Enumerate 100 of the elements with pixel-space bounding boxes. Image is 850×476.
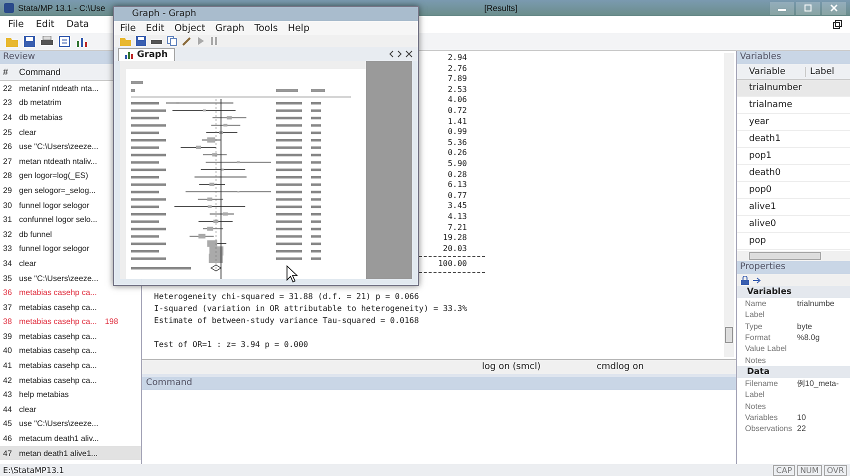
menu-item[interactable]: Edit: [146, 22, 164, 34]
restore-icon[interactable]: [833, 20, 842, 29]
history-command[interactable]: gen selogor=_selog...: [19, 186, 96, 195]
print-icon[interactable]: [41, 36, 53, 47]
minimize-icon[interactable]: [770, 2, 794, 14]
history-command[interactable]: metabias casehp ca...: [19, 288, 97, 298]
property-name: Format: [745, 333, 772, 342]
effect-marker: [202, 153, 228, 156]
result-line: I-squared (variation in OR attributable to heterogeneity) = 33.3%: [154, 302, 468, 315]
scrollbar[interactable]: [724, 53, 734, 357]
property-value: 22: [797, 424, 806, 434]
history-command[interactable]: clear: [19, 258, 36, 268]
history-command[interactable]: funnel logor selogor: [19, 244, 90, 254]
save-icon[interactable]: [24, 36, 35, 47]
history-command[interactable]: funnel logor selogor: [19, 200, 90, 210]
history-command[interactable]: clear: [19, 128, 36, 137]
weight-value: 5.36: [446, 138, 468, 148]
save-icon[interactable]: [136, 36, 146, 46]
variable-row[interactable]: trialnumber: [737, 80, 850, 97]
arrow-icon[interactable]: [753, 276, 762, 284]
effect-marker: [202, 226, 224, 231]
weight-value: 0.72: [446, 106, 468, 117]
selected-row[interactable]: 47 metan death1 alive1...: [0, 446, 141, 460]
history-command[interactable]: db metabias: [19, 112, 63, 122]
variable-row[interactable]: pop0: [737, 182, 850, 199]
history-command[interactable]: metabias casehp ca...: [19, 376, 97, 385]
row-number: 28: [2, 171, 13, 180]
property-name: Observations: [745, 424, 794, 434]
menu-item[interactable]: Edit: [36, 19, 54, 30]
key-indicator: NUM: [797, 464, 822, 476]
history-command[interactable]: metan death1 alive1...: [19, 448, 98, 458]
history-command[interactable]: metabias casehp ca...: [19, 302, 97, 312]
effect-marker: [172, 109, 236, 112]
column-heading: Command: [19, 67, 61, 77]
variable-row[interactable]: death0: [737, 165, 850, 182]
variable-row[interactable]: trialname: [737, 97, 850, 114]
section-header[interactable]: Variables: [737, 286, 850, 298]
chart-icon: [125, 50, 134, 59]
variable-row[interactable]: pop1: [737, 148, 850, 165]
property-value: trialnumbe: [797, 299, 834, 308]
log-status: cmdlog on: [596, 362, 644, 372]
history-command[interactable]: db metatrim: [19, 98, 62, 108]
row-number: 30: [2, 200, 13, 210]
close-icon[interactable]: [822, 2, 846, 14]
property-value: 10: [797, 412, 806, 422]
pooled-diamond: [210, 264, 222, 272]
history-command[interactable]: use "C:\Users\zeeze...: [19, 142, 98, 152]
history-command[interactable]: confunnel logor selo...: [19, 215, 98, 224]
row-number: 23: [2, 98, 13, 108]
row-number: 29: [2, 186, 13, 195]
tab-nav-icon[interactable]: [388, 50, 414, 58]
row-number: 47: [2, 448, 13, 458]
effect-marker: [209, 212, 234, 216]
effect-marker: [205, 161, 272, 164]
variable-row[interactable]: alive1: [737, 199, 850, 216]
column-heading: #: [2, 67, 10, 77]
row-number: 41: [2, 361, 13, 370]
graph-tab[interactable]: Graph: [118, 48, 175, 61]
menu-item[interactable]: File: [8, 19, 24, 30]
property-name: Notes: [745, 402, 767, 411]
menu-item[interactable]: Object: [174, 22, 206, 34]
copy-icon[interactable]: [167, 36, 177, 46]
weight-value: 0.99: [446, 127, 468, 138]
variable-row[interactable]: alive0: [737, 216, 850, 233]
lock-icon[interactable]: [741, 276, 749, 284]
section-header[interactable]: Data: [737, 366, 850, 378]
history-command[interactable]: metaninf ntdeath nta...: [19, 84, 99, 93]
history-command[interactable]: use "C:\Users\zeeze...: [19, 419, 98, 428]
history-command[interactable]: gen logor=log(_ES): [19, 171, 88, 180]
menu-item[interactable]: Help: [288, 22, 310, 34]
history-command[interactable]: metabias casehp ca...: [19, 332, 97, 341]
log-icon[interactable]: [59, 36, 70, 47]
property-name: Label: [745, 390, 766, 400]
chart-icon[interactable]: [76, 36, 88, 47]
result-line: Estimate of between-study variance Tau-squared = 0.0168: [154, 314, 420, 327]
variable-row[interactable]: death1: [737, 131, 850, 148]
property-name: Label: [745, 310, 766, 320]
menu-item[interactable]: File: [120, 22, 136, 34]
menu-item[interactable]: Tools: [254, 22, 278, 34]
variable-row[interactable]: pop: [737, 233, 850, 250]
menu-item[interactable]: Graph: [215, 22, 244, 34]
history-command[interactable]: db funnel: [19, 230, 52, 239]
history-command[interactable]: metabias casehp ca...: [19, 346, 97, 356]
weight-value: 0.77: [446, 190, 468, 202]
scrollbar[interactable]: [737, 251, 850, 261]
history-command[interactable]: metan ntdeath ntaliv...: [19, 156, 98, 166]
history-command[interactable]: use "C:\Users\zeeze...: [19, 274, 98, 283]
weight-value: 7.89: [446, 74, 468, 85]
pencil-icon[interactable]: [182, 36, 192, 46]
variable-row[interactable]: year: [737, 114, 850, 131]
history-command[interactable]: metabias casehp ca...: [19, 361, 97, 370]
window-title: Graph - Graph: [114, 7, 418, 21]
history-command[interactable]: metabias casehp ca...: [19, 317, 97, 326]
history-command[interactable]: help metabias: [19, 390, 69, 400]
history-command[interactable]: metacum death1 aliv...: [19, 434, 99, 444]
row-number: 35: [2, 274, 13, 283]
panel-header: Command: [142, 377, 736, 390]
history-command[interactable]: clear: [19, 404, 36, 414]
property-name: Type: [745, 322, 764, 331]
menu-item[interactable]: Data: [66, 19, 89, 30]
